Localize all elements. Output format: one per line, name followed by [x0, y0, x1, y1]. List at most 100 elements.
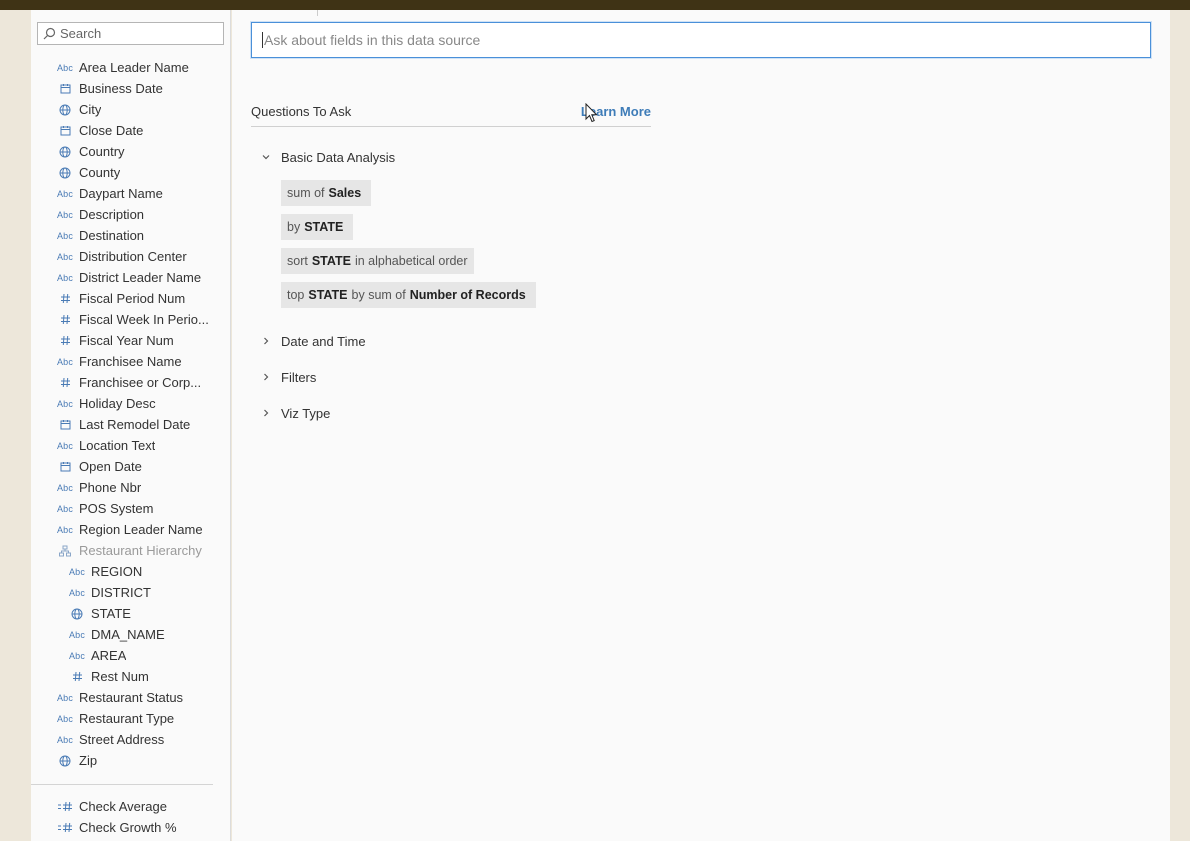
field-item[interactable]: Abc Franchisee Name — [31, 351, 230, 372]
field-label: DMA_NAME — [91, 627, 165, 642]
suggestion-chip[interactable]: top STATE by sum of Number of Records — [281, 282, 536, 308]
field-item[interactable]: Rest Num — [31, 666, 230, 687]
chip-field: STATE — [308, 288, 348, 302]
hash-icon — [31, 377, 79, 388]
field-label: Zip — [79, 753, 98, 768]
field-label: County — [79, 165, 121, 180]
abc-icon: Abc — [56, 440, 74, 451]
field-search-box[interactable] — [37, 22, 224, 45]
field-label: AREA — [91, 648, 127, 663]
field-item[interactable]: Check Growth % — [31, 817, 230, 838]
chevron-right-icon — [251, 408, 281, 418]
calendar-icon — [31, 125, 79, 136]
field-label: Fiscal Week In Perio... — [79, 312, 209, 327]
calendar-icon — [31, 461, 79, 472]
chip-field: Sales — [328, 186, 362, 200]
chip-text: by sum of — [351, 288, 406, 302]
ask-data-input[interactable] — [264, 32, 1124, 48]
suggestion-chip[interactable]: by STATE — [281, 214, 354, 240]
field-item[interactable]: Abc Destination — [31, 225, 230, 246]
field-item[interactable]: Close Date — [31, 120, 230, 141]
field-label: Distribution Center — [79, 249, 187, 264]
chip-text: in alphabetical order — [354, 254, 468, 268]
field-item[interactable]: Open Date — [31, 456, 230, 477]
field-item[interactable]: Abc AREA — [31, 645, 230, 666]
abc-icon: Abc — [56, 524, 74, 535]
abc-icon: Abc — [56, 62, 74, 73]
questions-title: Questions To Ask — [251, 104, 352, 119]
field-item[interactable]: Fiscal Year Num — [31, 330, 230, 351]
field-label: Daypart Name — [79, 186, 163, 201]
field-item[interactable]: Abc Region Leader Name — [31, 519, 230, 540]
field-item[interactable]: Abc Restaurant Type — [31, 708, 230, 729]
field-label: Destination — [79, 228, 145, 243]
field-label: Restaurant Hierarchy — [79, 543, 202, 558]
section-label: Date and Time — [281, 333, 366, 349]
field-item[interactable]: Franchisee or Corp... — [31, 372, 230, 393]
field-item[interactable]: Restaurant Hierarchy — [31, 540, 230, 561]
field-item[interactable]: County — [31, 162, 230, 183]
dimension-list: Abc Area Leader Name Business Date City Clos… — [31, 57, 230, 771]
field-item[interactable]: Abc Phone Nbr — [31, 477, 230, 498]
field-item[interactable]: Last Remodel Date — [31, 414, 230, 435]
field-label: Holiday Desc — [79, 396, 156, 411]
question-section[interactable]: Date and Time — [251, 331, 366, 351]
field-label: Phone Nbr — [79, 480, 142, 495]
globe-icon — [31, 608, 91, 620]
field-item[interactable]: Abc REGION — [31, 561, 230, 582]
field-item[interactable]: City — [31, 99, 230, 120]
abc-icon: Abc — [56, 503, 74, 514]
section-label: Viz Type — [281, 405, 331, 421]
field-item[interactable]: Abc Restaurant Status — [31, 687, 230, 708]
measure-list: Check Average Check Growth % — [31, 796, 230, 838]
suggestion-chip[interactable]: sort STATE in alphabetical order — [281, 248, 474, 274]
field-item[interactable]: Abc Distribution Center — [31, 246, 230, 267]
field-item[interactable]: Fiscal Week In Perio... — [31, 309, 230, 330]
field-item[interactable]: Abc POS System — [31, 498, 230, 519]
chevron-right-icon — [251, 372, 281, 382]
question-section[interactable]: Filters — [251, 367, 316, 387]
field-label: Location Text — [79, 438, 156, 453]
chip-text: sum of — [287, 186, 325, 200]
field-label: Last Remodel Date — [79, 417, 191, 432]
field-item[interactable]: Abc Holiday Desc — [31, 393, 230, 414]
field-label: Business Date — [79, 81, 163, 96]
field-item[interactable]: Abc Location Text — [31, 435, 230, 456]
field-label: Fiscal Period Num — [79, 291, 186, 306]
ask-data-box[interactable] — [251, 22, 1151, 58]
field-label: Check Average — [79, 799, 167, 814]
data-pane: Abc Area Leader Name Business Date City Clos… — [31, 10, 231, 841]
abc-icon: Abc — [56, 713, 74, 724]
field-label: Street Address — [79, 732, 165, 747]
field-label: Restaurant Status — [79, 690, 184, 705]
field-label: Description — [79, 207, 145, 222]
hash-icon — [31, 293, 79, 304]
chip-text: top — [287, 288, 305, 302]
abc-icon: Abc — [68, 587, 86, 598]
field-item[interactable]: Abc Daypart Name — [31, 183, 230, 204]
suggestion-chip[interactable]: sum of Sales — [281, 180, 372, 206]
chip-field: Number of Records — [409, 288, 526, 302]
field-item[interactable]: Abc DISTRICT — [31, 582, 230, 603]
field-item[interactable]: Abc Description — [31, 204, 230, 225]
field-item[interactable]: Country — [31, 141, 230, 162]
globe-icon — [31, 104, 79, 116]
field-label: Country — [79, 144, 125, 159]
question-section[interactable]: Basic Data Analysis — [251, 147, 395, 167]
question-section[interactable]: Viz Type — [251, 403, 330, 423]
field-item[interactable]: Zip — [31, 750, 230, 771]
field-label: REGION — [91, 564, 143, 579]
field-item[interactable]: Business Date — [31, 78, 230, 99]
field-item[interactable]: Abc Area Leader Name — [31, 57, 230, 78]
field-item[interactable]: Abc District Leader Name — [31, 267, 230, 288]
field-item[interactable]: Abc Street Address — [31, 729, 230, 750]
field-label: District Leader Name — [79, 270, 202, 285]
field-item[interactable]: Fiscal Period Num — [31, 288, 230, 309]
hash-icon — [31, 314, 79, 325]
abc-icon: Abc — [56, 209, 74, 220]
field-search-input[interactable] — [60, 26, 220, 41]
abc-icon: Abc — [56, 734, 74, 745]
field-item[interactable]: Abc DMA_NAME — [31, 624, 230, 645]
field-item[interactable]: STATE — [31, 603, 230, 624]
field-item[interactable]: Check Average — [31, 796, 230, 817]
